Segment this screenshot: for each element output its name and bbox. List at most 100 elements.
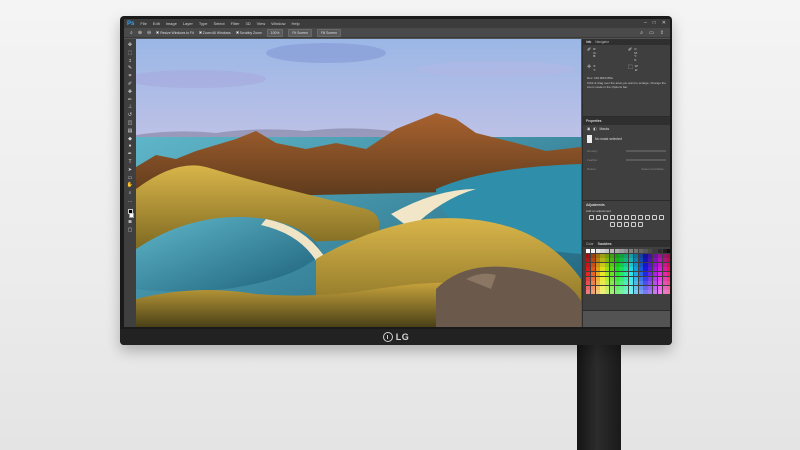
fill-screen-button[interactable]: Fill Screen: [316, 28, 341, 37]
color-swatch[interactable]: [619, 281, 624, 286]
color-swatch[interactable]: [600, 249, 605, 253]
color-swatch[interactable]: [605, 276, 610, 281]
selective-color-icon[interactable]: [638, 222, 643, 227]
color-swatch[interactable]: [595, 285, 600, 290]
color-swatch[interactable]: [638, 253, 643, 258]
menu-view[interactable]: View: [257, 21, 266, 26]
color-swatch[interactable]: [652, 267, 658, 272]
color-swatch[interactable]: [638, 267, 643, 272]
color-swatch[interactable]: [638, 285, 643, 290]
color-swatch[interactable]: [624, 262, 629, 267]
color-swatch[interactable]: [590, 258, 595, 263]
color-swatch[interactable]: [624, 281, 629, 286]
color-swatch[interactable]: [662, 281, 667, 286]
color-swatch[interactable]: [619, 290, 624, 295]
color-swatch[interactable]: [662, 285, 667, 290]
color-swatch[interactable]: [667, 262, 670, 267]
color-swatch[interactable]: [609, 253, 615, 258]
color-swatch[interactable]: [590, 271, 595, 276]
vibrance-icon[interactable]: [617, 215, 622, 220]
color-swatch[interactable]: [633, 262, 638, 267]
color-swatch[interactable]: [619, 271, 624, 276]
color-swatch[interactable]: [629, 253, 634, 258]
zoom-out-icon[interactable]: ⊖: [147, 30, 151, 36]
pixel-mask-icon[interactable]: ▣: [587, 127, 590, 131]
menu-filter[interactable]: Filter: [231, 21, 240, 26]
curves-icon[interactable]: [603, 215, 608, 220]
color-swatch[interactable]: [600, 271, 605, 276]
pen-tool-icon[interactable]: ✒: [128, 151, 132, 158]
invert-icon[interactable]: [610, 222, 615, 227]
color-swatch[interactable]: [667, 290, 670, 295]
color-swatch[interactable]: [609, 271, 615, 276]
color-swatch[interactable]: [657, 271, 662, 276]
color-swatch[interactable]: [667, 271, 670, 276]
color-swatch[interactable]: [605, 285, 610, 290]
color-swatch[interactable]: [638, 290, 643, 295]
color-swatch[interactable]: [643, 271, 648, 276]
color-swatch[interactable]: [605, 290, 610, 295]
color-swatch[interactable]: [629, 285, 634, 290]
color-swatch[interactable]: [614, 271, 619, 276]
quick-select-tool-icon[interactable]: ✎: [128, 66, 132, 72]
color-swatch[interactable]: [624, 253, 629, 258]
color-swatch[interactable]: [638, 258, 643, 263]
color-swatch[interactable]: [619, 276, 624, 281]
tab-info[interactable]: Info: [586, 40, 591, 44]
shape-tool-icon[interactable]: ▭: [128, 175, 133, 182]
color-swatch[interactable]: [657, 276, 662, 281]
zoom-tool-icon[interactable]: ⌕: [129, 190, 132, 197]
color-swatch[interactable]: [629, 262, 634, 267]
stamp-tool-icon[interactable]: ⊥: [128, 105, 132, 111]
more-tools-icon[interactable]: …: [128, 198, 133, 205]
color-swatch[interactable]: [605, 281, 610, 286]
color-swatch[interactable]: [595, 267, 600, 272]
color-swatch[interactable]: [586, 249, 591, 253]
color-swatch[interactable]: [638, 271, 643, 276]
type-tool-icon[interactable]: T: [128, 159, 131, 166]
color-swatch[interactable]: [652, 290, 658, 295]
menu-type[interactable]: Type: [199, 21, 208, 26]
color-swatch[interactable]: [633, 290, 638, 295]
minimize-icon[interactable]: –: [644, 20, 647, 27]
history-brush-tool-icon[interactable]: ↺: [128, 112, 132, 119]
color-swatch[interactable]: [648, 281, 653, 286]
zoom-tool-icon[interactable]: ⌕: [130, 30, 133, 36]
color-swatch[interactable]: [648, 267, 653, 272]
color-swatch[interactable]: [590, 281, 595, 286]
color-swatch[interactable]: [590, 253, 595, 258]
menu-image[interactable]: Image: [166, 21, 177, 26]
color-swatch[interactable]: [662, 267, 667, 272]
color-swatch[interactable]: [633, 276, 638, 281]
color-swatch[interactable]: [643, 290, 648, 295]
color-swatch[interactable]: [595, 262, 600, 267]
color-swatch[interactable]: [605, 258, 610, 263]
color-swatch[interactable]: [629, 249, 634, 253]
color-swatch[interactable]: [643, 267, 648, 272]
color-swatch[interactable]: [590, 285, 595, 290]
color-lookup-icon[interactable]: [659, 215, 664, 220]
color-swatch[interactable]: [624, 290, 629, 295]
color-swatch[interactable]: [624, 285, 629, 290]
hand-tool-icon[interactable]: ✋: [127, 183, 133, 189]
color-swatch[interactable]: [614, 258, 619, 263]
color-swatch[interactable]: [648, 276, 653, 281]
color-swatch[interactable]: [652, 276, 658, 281]
swatch-grid[interactable]: [583, 247, 670, 296]
color-swatch[interactable]: [605, 253, 610, 258]
color-swatch[interactable]: [586, 281, 591, 286]
color-swatch[interactable]: [590, 276, 595, 281]
threshold-icon[interactable]: [624, 222, 629, 227]
color-swatch[interactable]: [667, 267, 670, 272]
color-swatch[interactable]: [629, 258, 634, 263]
color-swatch[interactable]: [633, 271, 638, 276]
color-swatch[interactable]: [662, 276, 667, 281]
gradient-tool-icon[interactable]: ▤: [128, 128, 133, 135]
color-swatch[interactable]: [600, 276, 605, 281]
maximize-icon[interactable]: □: [653, 20, 656, 27]
color-swatch[interactable]: [586, 267, 591, 272]
close-icon[interactable]: ✕: [662, 20, 666, 27]
workspace-icon[interactable]: ▭: [649, 30, 654, 36]
color-swatch[interactable]: [619, 285, 624, 290]
search-icon[interactable]: ⌕: [640, 30, 643, 36]
